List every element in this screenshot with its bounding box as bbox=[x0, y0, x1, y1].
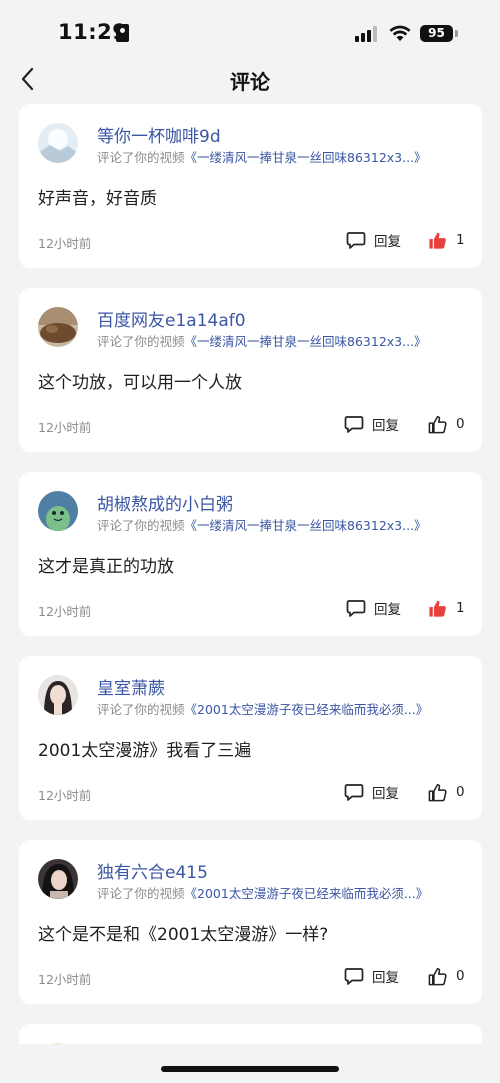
like-button[interactable]: 1 bbox=[428, 229, 465, 251]
comment-card[interactable]: 独有六合e415 评论了你的视频《2001太空漫游子夜已经来临而我必须...》 … bbox=[19, 840, 482, 1004]
battery-tip bbox=[455, 30, 458, 37]
comment-time: 12小时前 bbox=[38, 788, 92, 803]
reply-button[interactable]: 回复 bbox=[344, 413, 399, 435]
reply-button[interactable]: 回复 bbox=[346, 229, 401, 251]
thumbs-up-icon bbox=[429, 600, 446, 617]
like-count: 1 bbox=[456, 600, 465, 616]
context-prefix: 评论了你的视频 bbox=[97, 150, 185, 165]
comment-context: 评论了你的视频《一缕清风一捧甘泉一丝回味86312x3...》 bbox=[97, 515, 427, 534]
video-title-link[interactable]: 《2001太空漫游子夜已经来临而我必须...》 bbox=[185, 886, 429, 901]
context-prefix: 评论了你的视频 bbox=[97, 518, 185, 533]
like-button[interactable]: 0 bbox=[428, 781, 465, 803]
bottom-safe-area bbox=[0, 1044, 500, 1083]
comment-bubble-icon bbox=[344, 416, 364, 433]
comment-text: 这才是真正的功放 bbox=[38, 557, 174, 577]
username[interactable]: 等你一杯咖啡9d bbox=[97, 122, 221, 147]
nav-bar: 评论 bbox=[0, 62, 500, 98]
avatar[interactable] bbox=[38, 307, 78, 347]
comment-context: 评论了你的视频《2001太空漫游子夜已经来临而我必须...》 bbox=[97, 883, 428, 902]
comment-bubble-icon bbox=[346, 232, 366, 249]
status-bar: 11:29 95 bbox=[0, 0, 500, 62]
thumbs-up-icon bbox=[428, 783, 447, 801]
thumbs-up-icon bbox=[428, 415, 447, 433]
like-count: 0 bbox=[456, 416, 465, 432]
comment-bubble-icon bbox=[344, 968, 364, 985]
page-title: 评论 bbox=[230, 70, 270, 94]
thumbs-up-icon bbox=[429, 232, 446, 249]
comment-text: 好声音，好音质 bbox=[38, 189, 157, 209]
video-title-link[interactable]: 《2001太空漫游子夜已经来临而我必须...》 bbox=[185, 702, 429, 717]
like-count: 1 bbox=[456, 232, 465, 248]
like-count: 0 bbox=[456, 784, 465, 800]
like-button[interactable]: 0 bbox=[428, 413, 465, 435]
comment-bubble-icon bbox=[344, 784, 364, 801]
avatar[interactable] bbox=[38, 491, 78, 531]
like-button[interactable]: 1 bbox=[428, 597, 465, 619]
comment-feed[interactable]: 等你一杯咖啡9d 评论了你的视频《一缕清风一捧甘泉一丝回味86312x3...》… bbox=[19, 104, 482, 1054]
comment-time: 12小时前 bbox=[38, 972, 92, 987]
avatar[interactable] bbox=[38, 675, 78, 715]
context-prefix: 评论了你的视频 bbox=[97, 334, 185, 349]
username[interactable]: 胡椒熬成的小白粥 bbox=[97, 490, 233, 515]
comment-card[interactable]: 胡椒熬成的小白粥 评论了你的视频《一缕清风一捧甘泉一丝回味86312x3...》… bbox=[19, 472, 482, 636]
comment-time: 12小时前 bbox=[38, 420, 92, 435]
comment-card[interactable]: 等你一杯咖啡9d 评论了你的视频《一缕清风一捧甘泉一丝回味86312x3...》… bbox=[19, 104, 482, 268]
video-title-link[interactable]: 《一缕清风一捧甘泉一丝回味86312x3...》 bbox=[185, 150, 427, 165]
video-title-link[interactable]: 《一缕清风一捧甘泉一丝回味86312x3...》 bbox=[185, 518, 427, 533]
cellular-signal-icon bbox=[355, 26, 379, 42]
wifi-icon bbox=[389, 25, 411, 41]
comment-time: 12小时前 bbox=[38, 604, 92, 619]
context-prefix: 评论了你的视频 bbox=[97, 886, 185, 901]
video-title-link[interactable]: 《一缕清风一捧甘泉一丝回味86312x3...》 bbox=[185, 334, 427, 349]
comment-bubble-icon bbox=[346, 600, 366, 617]
username[interactable]: 百度网友e1a14af0 bbox=[97, 306, 246, 331]
reply-label: 回复 bbox=[372, 418, 399, 434]
comment-text: 2001太空漫游》我看了三遍 bbox=[38, 741, 252, 761]
contact-card-icon bbox=[116, 24, 129, 42]
comment-text: 这个是不是和《2001太空漫游》一样? bbox=[38, 925, 329, 945]
context-prefix: 评论了你的视频 bbox=[97, 702, 185, 717]
reply-button[interactable]: 回复 bbox=[346, 597, 401, 619]
reply-label: 回复 bbox=[372, 786, 399, 802]
reply-label: 回复 bbox=[374, 234, 401, 250]
reply-label: 回复 bbox=[374, 602, 401, 618]
avatar[interactable] bbox=[38, 123, 78, 163]
comment-context: 评论了你的视频《2001太空漫游子夜已经来临而我必须...》 bbox=[97, 699, 428, 718]
like-count: 0 bbox=[456, 968, 465, 984]
like-button[interactable]: 0 bbox=[428, 965, 465, 987]
reply-label: 回复 bbox=[372, 970, 399, 986]
username[interactable]: 皇室萧蕨 bbox=[97, 674, 165, 699]
username[interactable]: 独有六合e415 bbox=[97, 858, 208, 883]
comment-time: 12小时前 bbox=[38, 236, 92, 251]
thumbs-up-icon bbox=[428, 967, 447, 985]
avatar[interactable] bbox=[38, 859, 78, 899]
comment-context: 评论了你的视频《一缕清风一捧甘泉一丝回味86312x3...》 bbox=[97, 147, 427, 166]
reply-button[interactable]: 回复 bbox=[344, 965, 399, 987]
comment-card[interactable]: 皇室萧蕨 评论了你的视频《2001太空漫游子夜已经来临而我必须...》 2001… bbox=[19, 656, 482, 820]
comment-context: 评论了你的视频《一缕清风一捧甘泉一丝回味86312x3...》 bbox=[97, 331, 427, 350]
comment-text: 这个功放，可以用一个人放 bbox=[38, 373, 242, 393]
home-indicator[interactable] bbox=[161, 1066, 339, 1072]
reply-button[interactable]: 回复 bbox=[344, 781, 399, 803]
battery-indicator: 95 bbox=[420, 25, 453, 42]
comment-card[interactable]: 百度网友e1a14af0 评论了你的视频《一缕清风一捧甘泉一丝回味86312x3… bbox=[19, 288, 482, 452]
